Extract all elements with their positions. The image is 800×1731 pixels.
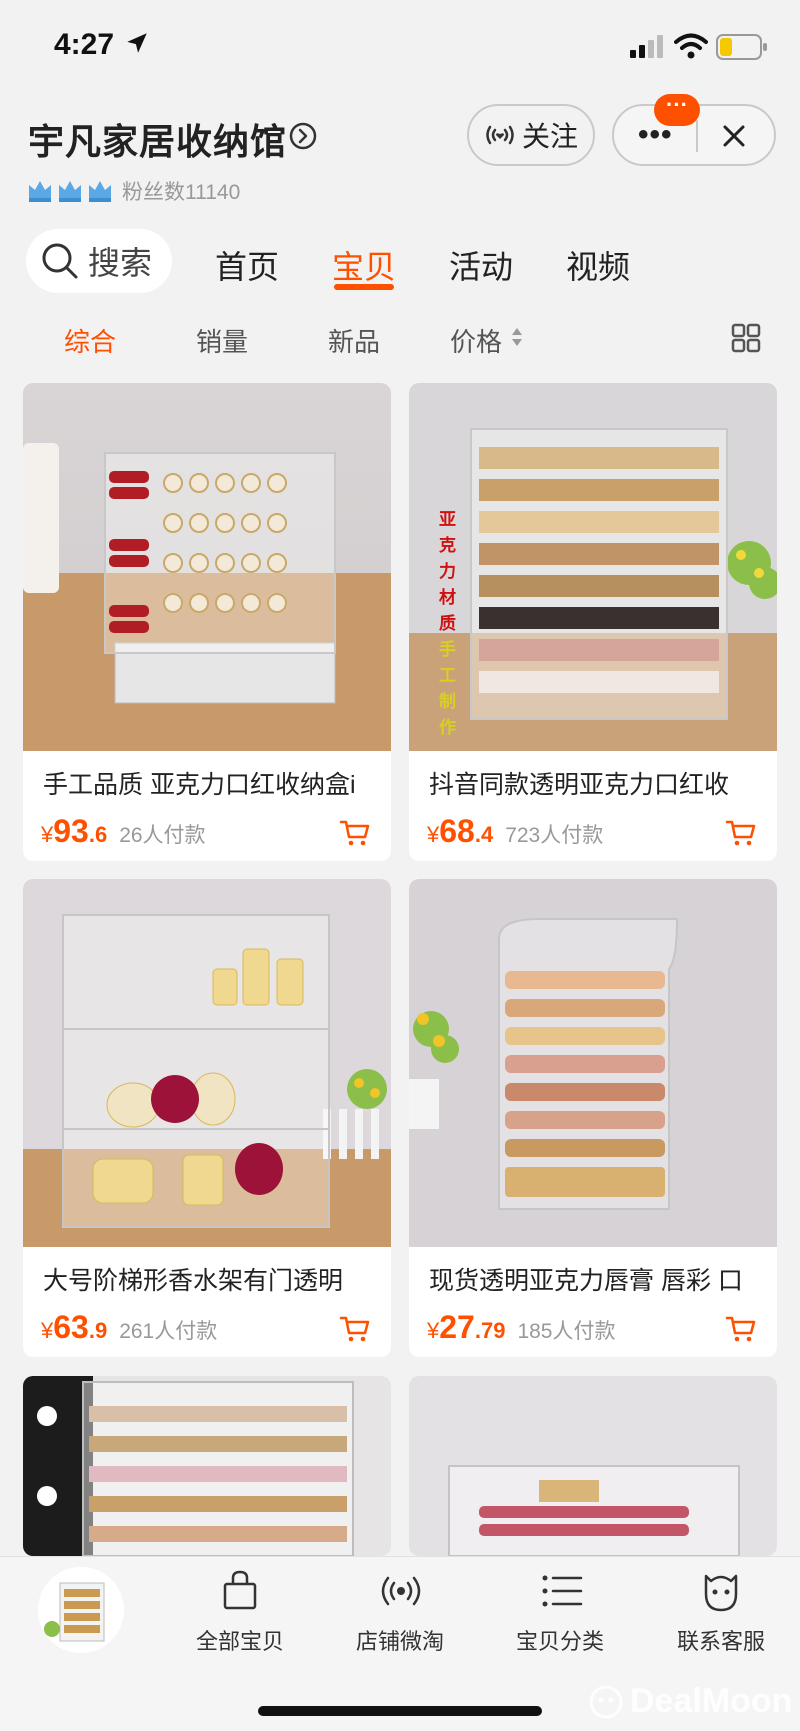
search-label: 搜索 [88,245,153,281]
product-price: ¥ 27 .79 185人付款 [427,1309,615,1346]
price-integer: 68 [439,813,475,849]
product-price: ¥ 63 .9 261人付款 [41,1309,217,1346]
product-price: ¥ 93 .6 26人付款 [41,813,206,850]
search-button[interactable]: 搜索 [26,229,172,293]
sort-price[interactable]: 价格 [450,322,502,359]
capsule-divider [696,120,698,152]
follow-button[interactable]: 关注 [467,104,595,166]
crown-icon [59,181,81,202]
svg-text:质: 质 [439,614,456,634]
chevron-right-circle-icon[interactable] [288,121,318,151]
sort-new[interactable]: 新品 [328,322,380,359]
product-image[interactable] [23,1376,391,1556]
sold-count: 26人付款 [119,824,206,847]
product-image[interactable]: 亚克力材质 手工制作 [409,383,777,751]
product-card[interactable]: 手工品质 亚克力口红收纳盒i ¥ 93 .6 26人付款 [23,383,391,861]
svg-text:克: 克 [439,535,456,556]
home-indicator[interactable] [258,1706,542,1716]
price-integer: 63 [53,1309,89,1345]
wifi-icon [674,33,708,59]
price-integer: 93 [53,813,89,849]
fans-count: 粉丝数11140 [122,181,241,204]
sold-count: 723人付款 [505,824,604,847]
follow-label: 关注 [521,121,578,152]
bottom-nav-categories[interactable]: 宝贝分类 [500,1624,620,1656]
cellular-signal-icon [630,35,663,58]
sold-count: 261人付款 [119,1320,218,1343]
tab-home[interactable]: 首页 [215,242,279,288]
product-card[interactable] [23,1376,391,1556]
sold-count: 185人付款 [517,1320,616,1343]
product-image[interactable] [23,879,391,1247]
product-card[interactable]: 现货透明亚克力唇膏 唇彩 口 ¥ 27 .79 185人付款 [409,879,777,1357]
shop-logo-image [38,1567,124,1653]
watermark-text: DealMoon [630,1682,793,1720]
status-bar: 4:27 [0,0,800,90]
status-time: 4:27 [54,28,115,61]
svg-text:作: 作 [439,717,456,738]
price-currency: ¥ [427,1318,440,1343]
product-title: 抖音同款透明亚克力口红收 [429,771,730,799]
price-currency: ¥ [41,1318,54,1343]
svg-text:亚: 亚 [439,510,456,530]
product-card[interactable] [409,1376,777,1556]
shop-avatar[interactable] [38,1567,124,1653]
customer-service-icon[interactable] [698,1568,744,1614]
battery-icon [716,34,767,60]
watermark: DealMoon [588,1682,792,1721]
sort-comprehensive[interactable]: 综合 [64,322,116,359]
price-decimal: .9 [88,1318,108,1343]
product-title: 大号阶梯形香水架有门透明 [43,1267,344,1295]
tab-products[interactable]: 宝贝 [332,242,396,288]
svg-text:工: 工 [439,666,456,686]
shopping-bag-icon[interactable] [217,1568,263,1614]
shop-name[interactable]: 宇凡家居收纳馆 [28,113,287,165]
price-decimal: .6 [88,822,108,847]
price-decimal: .79 [474,1318,506,1343]
crown-icon [29,181,51,202]
tab-activities[interactable]: 活动 [449,242,513,288]
price-integer: 27 [439,1309,475,1345]
price-currency: ¥ [427,822,440,847]
sort-sales[interactable]: 销量 [196,322,248,359]
search-icon [42,243,78,279]
shop-rating-crowns [26,176,114,206]
bottom-nav-all-products[interactable]: 全部宝贝 [180,1624,300,1656]
add-to-cart-icon[interactable] [339,1313,371,1345]
svg-text:手: 手 [439,639,456,660]
notification-badge: ··· [654,94,700,126]
product-title: 手工品质 亚克力口红收纳盒i [43,771,356,799]
add-to-cart-icon[interactable] [725,817,757,849]
close-icon[interactable] [718,120,750,152]
product-image[interactable] [409,1376,777,1556]
product-title: 现货透明亚克力唇膏 唇彩 口 [429,1267,743,1295]
watermark-logo-icon [589,1685,623,1718]
svg-text:制: 制 [439,691,456,712]
active-tab-indicator [334,284,394,290]
svg-text:力: 力 [439,561,456,582]
price-currency: ¥ [41,822,54,847]
add-to-cart-icon[interactable] [339,817,371,849]
crown-icon [89,181,111,202]
broadcast-icon [486,125,514,145]
product-card[interactable]: 大号阶梯形香水架有门透明 ¥ 63 .9 261人付款 [23,879,391,1357]
price-decimal: .4 [474,822,494,847]
tab-videos[interactable]: 视频 [566,242,630,288]
product-image[interactable] [409,879,777,1247]
product-card[interactable]: 亚克力材质 手工制作 抖音同款透明亚克力口红收 ¥ 68 .4 723人付款 [409,383,777,861]
add-to-cart-icon[interactable] [725,1313,757,1345]
bottom-nav-shop-feed[interactable]: 店铺微淘 [340,1624,460,1656]
svg-text:材: 材 [439,587,456,608]
product-price: ¥ 68 .4 723人付款 [427,813,603,850]
bottom-nav-customer-service[interactable]: 联系客服 [661,1624,781,1656]
product-image[interactable] [23,383,391,751]
broadcast-icon[interactable] [378,1568,424,1614]
grid-view-icon[interactable] [730,322,762,354]
list-icon[interactable] [539,1568,585,1614]
location-arrow-icon [127,33,147,53]
sort-arrows-icon [512,328,522,346]
